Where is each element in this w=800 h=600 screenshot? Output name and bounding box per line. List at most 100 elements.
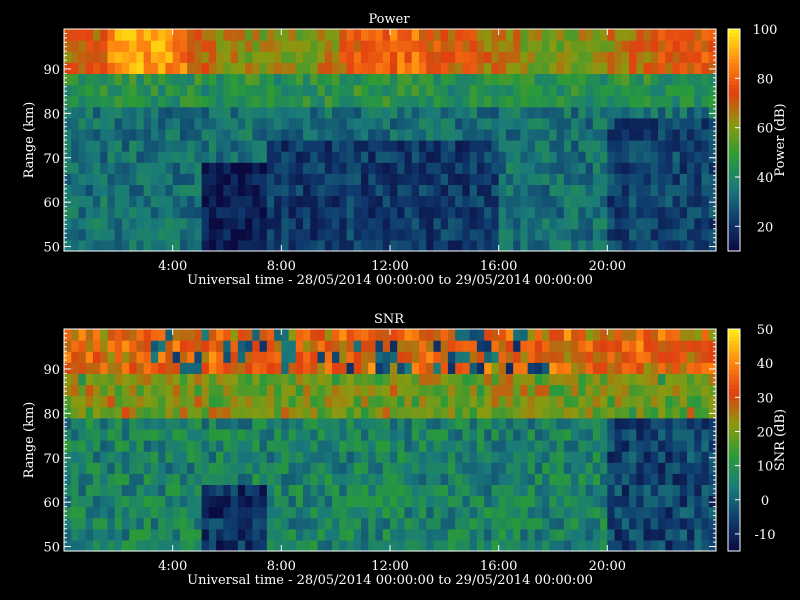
heatmap-cell	[563, 406, 572, 419]
heatmap-cell	[556, 462, 565, 474]
heatmap-cell	[476, 406, 485, 419]
heatmap-cell	[353, 106, 362, 119]
heatmap-cell	[527, 384, 536, 397]
heatmap-cell	[85, 151, 94, 163]
heatmap-cell	[274, 362, 282, 374]
heatmap-cell	[520, 40, 529, 52]
heatmap-cell	[578, 184, 587, 197]
heatmap-cell	[433, 539, 442, 552]
heatmap-cell	[621, 73, 630, 86]
heatmap-cell	[150, 239, 159, 252]
heatmap-cell	[585, 228, 594, 241]
heatmap-cell	[397, 106, 406, 119]
heatmap-cell	[114, 395, 123, 408]
heatmap-cell	[549, 217, 558, 230]
heatmap-cell	[339, 473, 348, 485]
heatmap-cell	[404, 406, 413, 419]
heatmap-cell	[607, 195, 616, 208]
heatmap-cell	[332, 206, 340, 219]
heatmap-cell	[679, 373, 688, 386]
heatmap-cell	[549, 506, 558, 519]
heatmap-cell	[216, 362, 224, 374]
heatmap-cell	[281, 184, 290, 197]
heatmap-cell	[150, 173, 159, 185]
heatmap-cell	[411, 395, 420, 408]
heatmap-cell	[411, 151, 420, 163]
heatmap-cell	[549, 206, 558, 219]
heatmap-cell	[455, 162, 464, 174]
heatmap-cell	[658, 329, 666, 341]
heatmap-cell	[375, 517, 384, 530]
heatmap-cell	[317, 206, 326, 219]
heatmap-cell	[679, 506, 688, 519]
colorbar-step	[728, 340, 740, 345]
heatmap-cell	[643, 173, 652, 185]
heatmap-cell	[542, 228, 550, 241]
heatmap-cell	[455, 373, 464, 386]
heatmap-cell	[390, 340, 398, 352]
heatmap-cell	[636, 406, 645, 419]
heatmap-cell	[542, 351, 550, 363]
heatmap-cell	[259, 462, 268, 474]
heatmap-cell	[230, 162, 239, 174]
heatmap-cell	[136, 528, 145, 541]
heatmap-cell	[520, 84, 529, 97]
heatmap-cell	[150, 206, 159, 219]
heatmap-cell	[390, 128, 398, 141]
heatmap-cell	[382, 340, 391, 352]
heatmap-cell	[592, 340, 601, 352]
heatmap-cell	[607, 506, 616, 519]
heatmap-cell	[491, 195, 500, 208]
colorbar-step	[728, 32, 740, 37]
heatmap-cell	[223, 51, 232, 63]
heatmap-cell	[650, 128, 659, 141]
heatmap-cell	[339, 195, 348, 208]
heatmap-cell	[433, 73, 442, 86]
heatmap-cell	[563, 162, 572, 174]
heatmap-cell	[498, 395, 507, 408]
heatmap-cell	[571, 173, 579, 185]
heatmap-cell	[194, 462, 203, 474]
heatmap-cell	[208, 62, 217, 74]
heatmap-cell	[107, 95, 116, 108]
heatmap-cell	[78, 239, 87, 252]
heatmap-cell	[71, 451, 80, 463]
heatmap-cell	[571, 162, 579, 174]
y-tick-label: 70	[43, 452, 60, 467]
heatmap-cell	[223, 528, 232, 541]
heatmap-cell	[78, 495, 87, 508]
heatmap-cell	[549, 84, 558, 97]
heatmap-cell	[426, 417, 435, 430]
heatmap-cell	[556, 373, 565, 386]
heatmap-cell	[100, 340, 109, 352]
heatmap-cell	[274, 329, 282, 341]
heatmap-cell	[353, 329, 362, 341]
heatmap-cell	[505, 106, 514, 119]
heatmap-cell	[397, 384, 406, 397]
heatmap-cell	[288, 73, 297, 86]
heatmap-cell	[629, 95, 637, 108]
heatmap-cell	[614, 451, 623, 463]
heatmap-cell	[136, 539, 145, 552]
heatmap-cell	[317, 506, 326, 519]
heatmap-cell	[650, 40, 659, 52]
heatmap-cell	[382, 162, 391, 174]
heatmap-cell	[172, 451, 181, 463]
heatmap-cell	[368, 528, 377, 541]
heatmap-cell	[172, 151, 181, 163]
heatmap-cell	[397, 140, 406, 152]
heatmap-cell	[216, 73, 224, 86]
heatmap-cell	[390, 384, 398, 397]
heatmap-cell	[658, 151, 666, 163]
heatmap-cell	[665, 195, 674, 208]
colorbar-step	[728, 195, 740, 200]
heatmap-cell	[556, 406, 565, 419]
heatmap-cell	[129, 73, 138, 86]
heatmap-cell	[672, 62, 681, 74]
heatmap-cell	[223, 417, 232, 430]
heatmap-cell	[411, 206, 420, 219]
heatmap-cell	[346, 128, 355, 141]
heatmap-cell	[100, 106, 109, 119]
heatmap-cell	[629, 384, 637, 397]
heatmap-cell	[288, 329, 297, 341]
